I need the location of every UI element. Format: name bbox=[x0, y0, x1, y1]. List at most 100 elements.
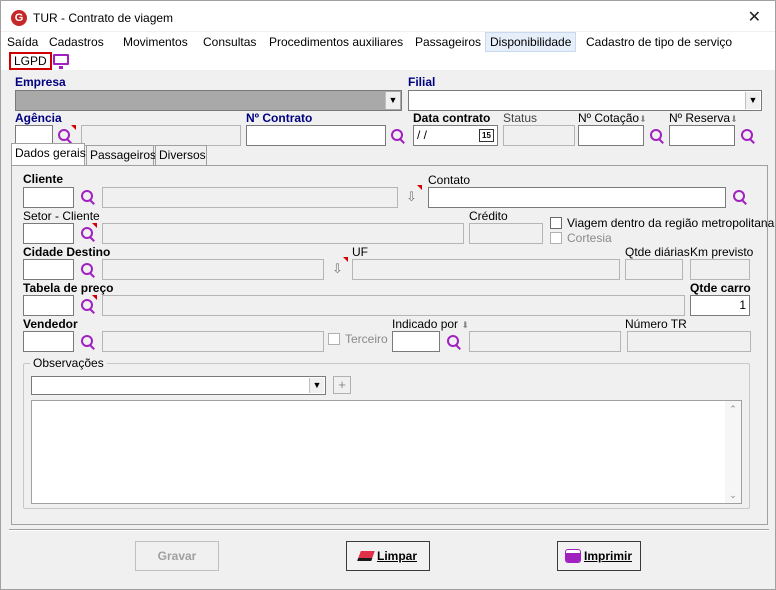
indicado-por-label-text: Indicado por bbox=[392, 317, 459, 331]
tabela-code-input[interactable] bbox=[23, 295, 74, 316]
cortesia-label: Cortesia bbox=[567, 231, 612, 245]
scroll-down-icon[interactable]: ⌄ bbox=[725, 487, 741, 503]
app-logo-icon: G bbox=[11, 10, 27, 26]
agencia-name-field bbox=[81, 125, 241, 146]
filial-label: Filial bbox=[408, 75, 436, 89]
vendedor-name-field bbox=[102, 331, 324, 352]
tabela-name-field bbox=[102, 295, 685, 316]
search-icon[interactable] bbox=[390, 128, 406, 144]
indicado-por-label: Indicado por ⬇ bbox=[392, 317, 469, 331]
contato-label: Contato bbox=[428, 173, 471, 187]
cortesia-checkbox[interactable] bbox=[550, 232, 562, 244]
menu-procedimentos-auxiliares[interactable]: Procedimentos auxiliares bbox=[269, 35, 403, 49]
main-window: G TUR - Contrato de viagem ✕ Saída Cadas… bbox=[0, 0, 776, 590]
indicado-por-name-field bbox=[469, 331, 621, 352]
uf-field bbox=[352, 259, 620, 280]
contato-input[interactable] bbox=[428, 187, 726, 208]
required-marker-icon bbox=[92, 295, 97, 300]
arrow-down-outline-icon[interactable]: ⇩ bbox=[332, 261, 343, 277]
add-observacao-button[interactable]: + bbox=[333, 376, 351, 394]
credito-label: Crédito bbox=[469, 209, 508, 223]
menu-cadastros[interactable]: Cadastros bbox=[49, 35, 104, 49]
qtde-diarias-label: Qtde diárias bbox=[625, 245, 690, 259]
down-arrow-icon: ⬇ bbox=[639, 114, 647, 124]
scroll-up-icon[interactable]: ⌃ bbox=[725, 401, 741, 417]
menu-saida[interactable]: Saída bbox=[7, 35, 38, 49]
cidade-destino-label: Cidade Destino bbox=[23, 245, 111, 259]
menu-bar-secondary: LGPD bbox=[1, 52, 775, 70]
observacoes-textarea[interactable]: ⌃ ⌄ bbox=[31, 400, 742, 504]
chevron-down-icon[interactable]: ▼ bbox=[309, 378, 324, 393]
setor-label: Setor - Cliente bbox=[23, 209, 100, 223]
menu-movimentos[interactable]: Movimentos bbox=[123, 35, 188, 49]
indicado-por-input[interactable] bbox=[392, 331, 440, 352]
chevron-down-icon[interactable]: ▼ bbox=[385, 92, 400, 109]
credito-field bbox=[469, 223, 543, 244]
chevron-down-icon[interactable]: ▼ bbox=[745, 92, 760, 109]
menu-consultas[interactable]: Consultas bbox=[203, 35, 256, 49]
empresa-select[interactable]: ▼ bbox=[15, 90, 402, 111]
menu-cadastro-tipo-servico[interactable]: Cadastro de tipo de serviço bbox=[586, 35, 732, 49]
cliente-code-input[interactable] bbox=[23, 187, 74, 208]
search-icon[interactable] bbox=[80, 226, 96, 242]
data-contrato-label: Data contrato bbox=[413, 111, 491, 125]
cliente-name-field bbox=[102, 187, 398, 208]
cidade-name-field bbox=[102, 259, 324, 280]
viagem-metropolitana-checkbox[interactable] bbox=[550, 217, 562, 229]
tab-dados-gerais[interactable]: Dados gerais bbox=[11, 143, 86, 165]
limpar-button-label: Limpar bbox=[376, 549, 417, 563]
search-icon[interactable] bbox=[80, 262, 96, 278]
calendar-icon[interactable]: 15 bbox=[479, 129, 494, 142]
limpar-button[interactable]: Limpar bbox=[346, 541, 430, 571]
observacoes-select[interactable]: ▼ bbox=[31, 376, 326, 395]
search-icon[interactable] bbox=[80, 298, 96, 314]
eraser-icon bbox=[357, 551, 375, 561]
setor-name-field bbox=[102, 223, 464, 244]
qtde-diarias-field bbox=[625, 259, 683, 280]
contrato-input[interactable] bbox=[246, 125, 386, 146]
viagem-metropolitana-label: Viagem dentro da região metropolitana bbox=[567, 216, 775, 230]
scrollbar[interactable]: ⌃ ⌄ bbox=[725, 401, 741, 503]
terceiro-label: Terceiro bbox=[345, 332, 388, 346]
contrato-label: Nº Contrato bbox=[246, 111, 313, 125]
filial-select[interactable]: ▼ bbox=[408, 90, 762, 111]
search-icon[interactable] bbox=[80, 334, 96, 350]
qtde-carro-label: Qtde carro bbox=[690, 281, 751, 295]
menu-passageiros[interactable]: Passageiros bbox=[415, 35, 481, 49]
cotacao-input[interactable] bbox=[578, 125, 644, 146]
menu-lgpd[interactable]: LGPD bbox=[9, 52, 52, 70]
numero-tr-field bbox=[627, 331, 751, 352]
km-previsto-field bbox=[690, 259, 750, 280]
setor-code-input[interactable] bbox=[23, 223, 74, 244]
vendedor-label: Vendedor bbox=[23, 317, 78, 331]
tabela-preco-label: Tabela de preço bbox=[23, 281, 114, 295]
search-icon[interactable] bbox=[732, 189, 748, 205]
vendedor-code-input[interactable] bbox=[23, 331, 74, 352]
search-icon[interactable] bbox=[649, 128, 665, 144]
search-icon[interactable] bbox=[80, 189, 96, 205]
search-icon[interactable] bbox=[446, 334, 462, 350]
tab-diversos[interactable]: Diversos bbox=[155, 145, 207, 165]
cliente-label: Cliente bbox=[23, 172, 64, 186]
down-arrow-icon: ⬇ bbox=[461, 320, 469, 330]
search-icon[interactable] bbox=[57, 128, 73, 144]
reserva-label: Nº Reserva⬇ bbox=[669, 111, 738, 125]
menu-disponibilidade[interactable]: Disponibilidade bbox=[485, 32, 577, 52]
gravar-button[interactable]: Gravar bbox=[135, 541, 219, 571]
empresa-label: Empresa bbox=[15, 75, 66, 89]
observacoes-group: Observações ▼ + ⌃ ⌄ bbox=[23, 356, 750, 509]
monitor-icon[interactable] bbox=[53, 54, 69, 69]
status-label: Status bbox=[503, 111, 538, 125]
imprimir-button[interactable]: Imprimir bbox=[557, 541, 641, 571]
close-button[interactable]: ✕ bbox=[748, 7, 761, 27]
cotacao-label-text: Nº Cotação bbox=[578, 111, 640, 125]
reserva-input[interactable] bbox=[669, 125, 735, 146]
cidade-code-input[interactable] bbox=[23, 259, 74, 280]
terceiro-checkbox[interactable] bbox=[328, 333, 340, 345]
search-icon[interactable] bbox=[740, 128, 756, 144]
reserva-label-text: Nº Reserva bbox=[669, 111, 731, 125]
footer-divider bbox=[9, 529, 769, 531]
tab-passageiros[interactable]: Passageiros bbox=[86, 145, 156, 165]
qtde-carro-input[interactable]: 1 bbox=[690, 295, 750, 316]
arrow-down-outline-icon[interactable]: ⇩ bbox=[406, 189, 417, 205]
